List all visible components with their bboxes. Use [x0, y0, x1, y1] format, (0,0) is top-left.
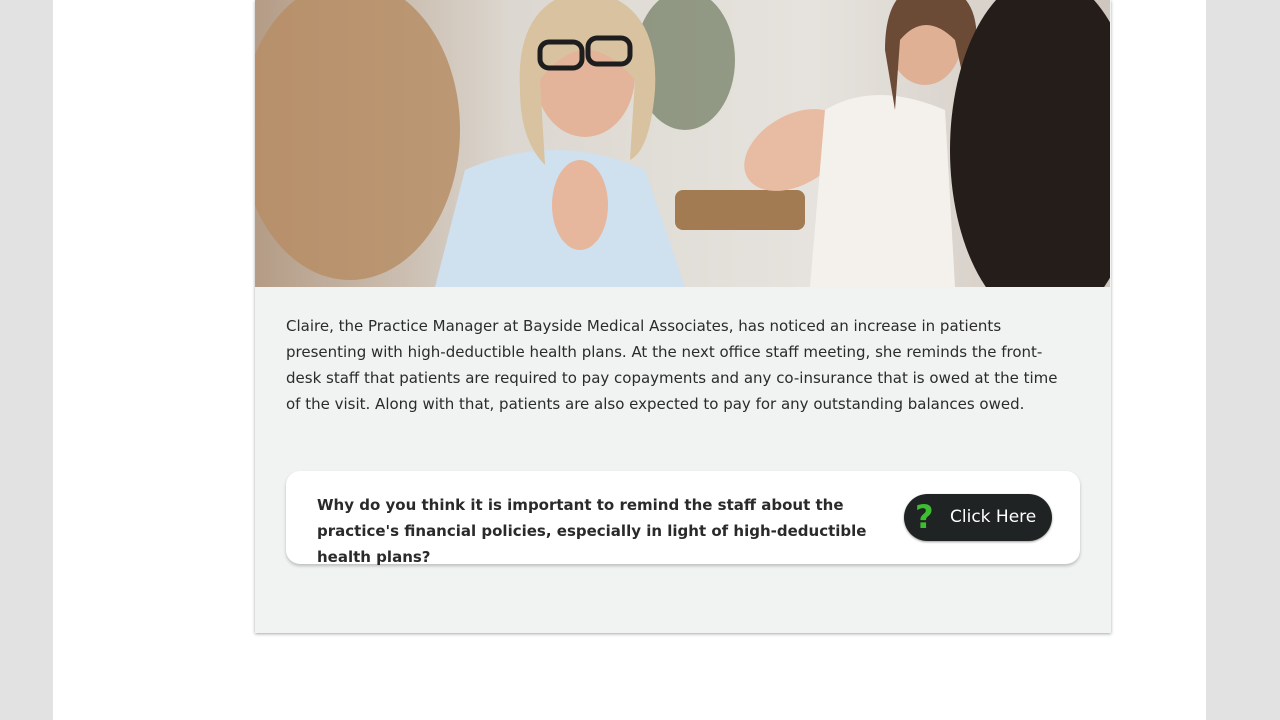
question-text: Why do you think it is important to remi…	[317, 496, 867, 566]
meeting-photo-illustration	[255, 0, 1110, 287]
question-box: Why do you think it is important to remi…	[286, 471, 1080, 566]
click-here-button[interactable]: ? Click Here	[904, 494, 1052, 541]
click-here-label: Click Here	[950, 507, 1037, 527]
scenario-paragraph: Claire, the Practice Manager at Bayside …	[286, 317, 1058, 413]
scenario-card: Claire, the Practice Manager at Bayside …	[255, 0, 1111, 633]
question-mark-icon: ?	[915, 498, 934, 536]
page-background: Claire, the Practice Manager at Bayside …	[53, 0, 1206, 720]
meeting-photo	[255, 0, 1110, 287]
